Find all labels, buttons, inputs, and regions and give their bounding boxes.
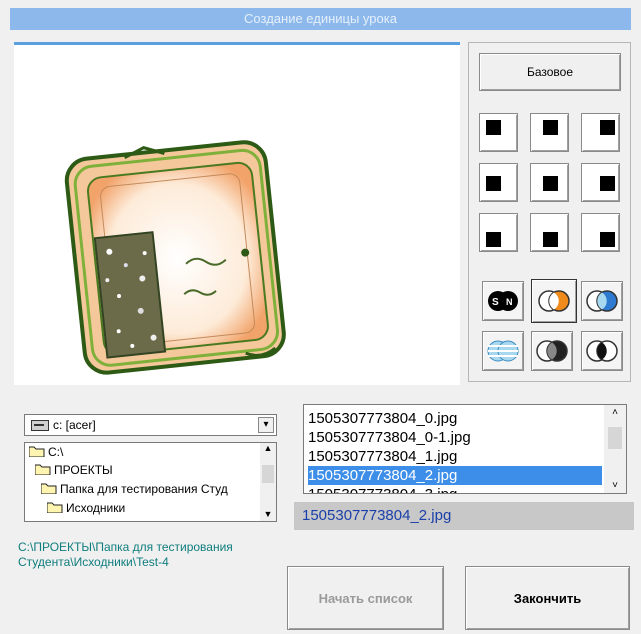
folder-open-icon <box>29 446 45 457</box>
chevron-up-icon[interactable]: ▲ <box>260 443 276 453</box>
overlap-blue-icon <box>586 290 618 312</box>
chevron-down-icon[interactable]: ▾ <box>258 417 274 433</box>
directory-tree[interactable]: C:\ ПРОЕКТЫ Папка для тестирования Студ … <box>24 442 277 522</box>
align-bottom-center-button[interactable] <box>530 213 569 252</box>
align-bottom-right-icon <box>600 232 615 247</box>
blend-overlap-blue-button[interactable] <box>581 281 623 321</box>
file-list[interactable]: 1505307773804_0.jpg 1505307773804_0-1.jp… <box>303 404 627 494</box>
folder-open-icon <box>47 502 63 513</box>
align-middle-left-icon <box>486 176 501 191</box>
box-photo <box>64 140 286 375</box>
tree-item[interactable]: ПРОЕКТЫ <box>35 461 113 479</box>
striped-icon <box>487 340 519 362</box>
selected-file-field: 1505307773804_2.jpg <box>294 502 634 530</box>
s-en-icon: S N <box>488 291 518 311</box>
list-item[interactable]: 1505307773804_1.jpg <box>308 447 602 466</box>
overlap-orange-icon <box>538 290 570 312</box>
blend-sen-button[interactable]: S N <box>482 281 524 321</box>
drive-label: c: [acer] <box>53 418 96 432</box>
align-middle-center-icon <box>543 176 558 191</box>
align-top-left-icon <box>486 120 501 135</box>
overlap-split-icon <box>586 340 618 362</box>
align-bottom-left-button[interactable] <box>479 213 518 252</box>
align-middle-right-button[interactable] <box>581 163 620 202</box>
align-middle-center-button[interactable] <box>530 163 569 202</box>
tree-item[interactable]: C:\ <box>29 443 63 461</box>
list-item[interactable]: 1505307773804_0.jpg <box>308 409 602 428</box>
blend-overlap-orange-button[interactable] <box>531 279 577 323</box>
tool-panel: Базовое S N <box>468 42 631 382</box>
blend-striped-button[interactable] <box>482 331 524 371</box>
blend-overlap-split-button[interactable] <box>581 331 623 371</box>
align-top-left-button[interactable] <box>479 113 518 152</box>
base-button[interactable]: Базовое <box>479 53 621 91</box>
tree-item[interactable]: Папка для тестирования Студ <box>41 480 228 498</box>
drive-icon <box>31 420 49 431</box>
align-bottom-left-icon <box>486 232 501 247</box>
blend-overlap-dark-button[interactable] <box>531 331 573 371</box>
chevron-down-icon[interactable]: ˅ <box>604 480 626 491</box>
path-label: C:\ПРОЕКТЫ\Папка для тестирования Студен… <box>18 540 233 569</box>
tree-scroll-thumb[interactable] <box>262 465 274 483</box>
folder-open-icon <box>35 464 51 475</box>
align-bottom-center-icon <box>543 232 558 247</box>
align-middle-left-button[interactable] <box>479 163 518 202</box>
window-title: Создание единицы урока <box>10 8 631 30</box>
align-middle-right-icon <box>600 176 615 191</box>
svg-text:S: S <box>492 297 499 308</box>
file-list-scroll-thumb[interactable] <box>608 427 622 449</box>
align-top-right-icon <box>600 120 615 135</box>
align-bottom-right-button[interactable] <box>581 213 620 252</box>
list-item[interactable]: 1505307773804_0-1.jpg <box>308 428 602 447</box>
finish-button[interactable]: Закончить <box>465 566 630 630</box>
tree-scrollbar[interactable]: ▲ ▼ <box>260 443 276 521</box>
tree-item[interactable]: Исходники <box>47 499 125 517</box>
start-list-button[interactable]: Начать список <box>287 566 444 630</box>
chevron-up-icon[interactable]: ˄ <box>604 407 626 418</box>
list-item[interactable]: 1505307773804_3.jpg <box>308 485 602 493</box>
chevron-down-icon[interactable]: ▼ <box>260 509 276 519</box>
list-item-selected[interactable]: 1505307773804_2.jpg <box>308 466 602 485</box>
align-top-center-button[interactable] <box>530 113 569 152</box>
svg-text:N: N <box>506 297 513 307</box>
folder-open-icon <box>41 483 57 494</box>
overlap-dark-icon <box>536 340 568 362</box>
file-list-scrollbar[interactable]: ˄ ˅ <box>604 405 626 493</box>
align-top-right-button[interactable] <box>581 113 620 152</box>
drive-select[interactable]: c: [acer] ▾ <box>24 414 277 436</box>
align-top-center-icon <box>543 120 558 135</box>
image-preview <box>14 42 460 385</box>
